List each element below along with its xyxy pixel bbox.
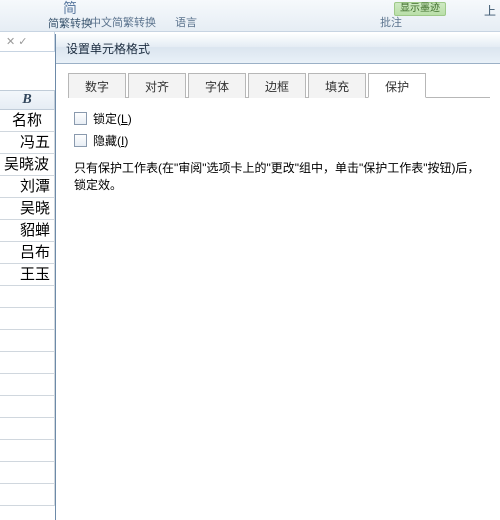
dialog-titlebar[interactable]: 设置单元格格式 <box>56 34 500 64</box>
empty-cell[interactable] <box>0 352 55 374</box>
empty-cell[interactable] <box>0 396 55 418</box>
empty-cell[interactable] <box>0 374 55 396</box>
checkbox-row-hide[interactable]: 隐藏(I) <box>74 130 484 150</box>
format-cells-dialog: 设置单元格格式 数字 对齐 字体 边框 填充 保护 锁定(L) 隐藏(I) <box>55 34 500 520</box>
ribbon-group-label: 中文简繁转换 <box>90 14 156 30</box>
convert-icon: 简 <box>63 1 77 15</box>
cell[interactable]: 貂蝉 <box>0 220 55 242</box>
checkbox-lock-label: 锁定(L) <box>93 110 132 127</box>
sheet-visible-strip: B 名称 冯五 吴晓波 刘潭 吴晓 貂蝉 吕布 王玉 <box>0 90 55 520</box>
dialog-title: 设置单元格格式 <box>66 40 150 57</box>
tab-fill[interactable]: 填充 <box>308 73 366 98</box>
cell[interactable]: 吕布 <box>0 242 55 264</box>
ribbon-right-stub: 上 <box>484 2 496 19</box>
tab-align[interactable]: 对齐 <box>128 73 186 98</box>
ribbon-item-convert[interactable]: 简 简繁转换 <box>48 1 92 31</box>
empty-cell[interactable] <box>0 440 55 462</box>
tab-panel-protect: 锁定(L) 隐藏(I) 只有保护工作表(在"审阅"选项卡上的"更改"组中，单击"… <box>60 98 498 204</box>
cell[interactable]: 吴晓 <box>0 198 55 220</box>
checkbox-lock[interactable] <box>74 112 87 125</box>
ribbon-group-label: 批注 <box>380 14 402 30</box>
formula-bar-controls: ✕ ✓ <box>6 35 28 48</box>
empty-cell[interactable] <box>0 308 55 330</box>
formula-bar-fragment: ✕ ✓ <box>0 32 55 52</box>
checkbox-hide[interactable] <box>74 134 87 147</box>
empty-cell[interactable] <box>0 286 55 308</box>
tab-protect[interactable]: 保护 <box>368 73 426 98</box>
tab-number[interactable]: 数字 <box>68 73 126 98</box>
show-ink-button[interactable]: 显示墨迹 <box>394 2 446 16</box>
empty-cell[interactable] <box>0 484 55 506</box>
empty-cell[interactable] <box>0 418 55 440</box>
empty-cell[interactable] <box>0 462 55 484</box>
dialog-tabstrip: 数字 对齐 字体 边框 填充 保护 <box>68 72 490 98</box>
tab-border[interactable]: 边框 <box>248 73 306 98</box>
cell[interactable]: 王玉 <box>0 264 55 286</box>
cell[interactable]: 刘潭 <box>0 176 55 198</box>
protect-description: 只有保护工作表(在"审阅"选项卡上的"更改"组中，单击"保护工作表"按钮)后，锁… <box>74 160 484 194</box>
cell[interactable]: 名称 <box>0 110 55 132</box>
tab-font[interactable]: 字体 <box>188 73 246 98</box>
cell[interactable]: 冯五 <box>0 132 55 154</box>
cell[interactable]: 吴晓波 <box>0 154 55 176</box>
column-header-b[interactable]: B <box>0 90 55 110</box>
ribbon-label: 简繁转换 <box>48 15 92 31</box>
checkbox-hide-label: 隐藏(I) <box>93 132 128 149</box>
ribbon-group-label: 语言 <box>175 14 197 30</box>
ribbon-fragment: 简 简繁转换 中文简繁转换 语言 批注 显示墨迹 上 <box>0 0 500 32</box>
empty-cell[interactable] <box>0 330 55 352</box>
checkbox-row-lock[interactable]: 锁定(L) <box>74 108 484 128</box>
